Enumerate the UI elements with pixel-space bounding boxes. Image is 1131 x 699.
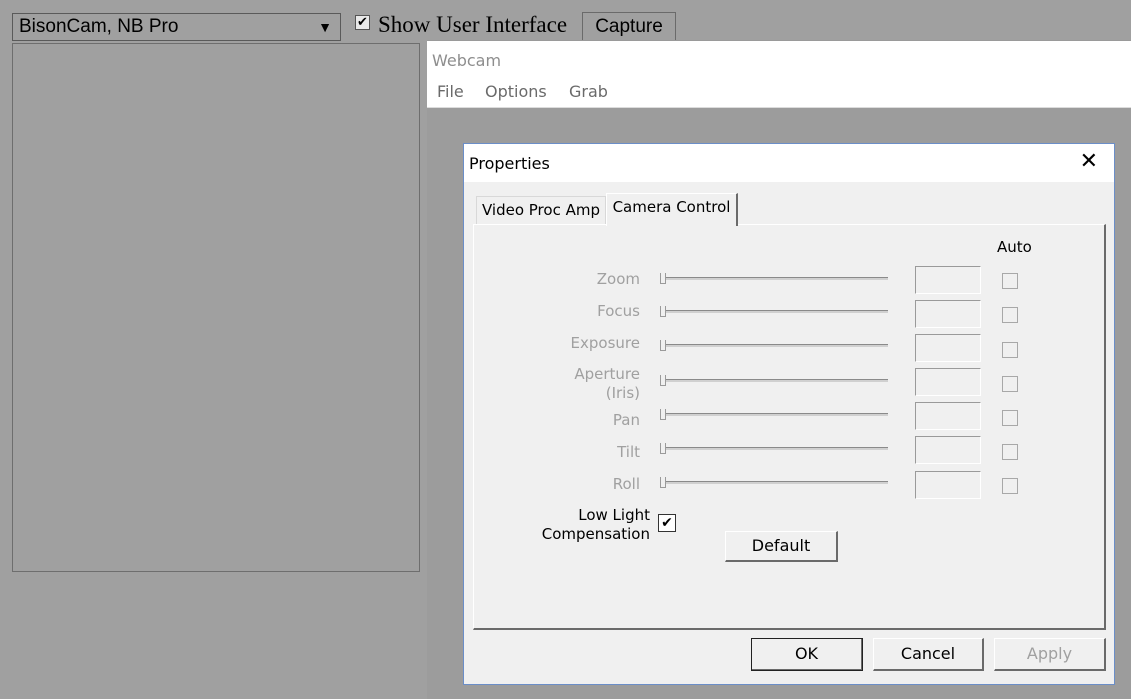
webcam-titlebar: Webcam: [427, 40, 1131, 78]
webcam-menubar: File Options Grab: [427, 77, 1131, 108]
focus-value[interactable]: [915, 300, 981, 328]
aperture-slider[interactable]: [660, 379, 888, 382]
tab-video-proc-amp[interactable]: Video Proc Amp: [476, 196, 606, 224]
zoom-value[interactable]: [915, 266, 981, 294]
menu-options[interactable]: Options: [485, 82, 547, 101]
webcam-title: Webcam: [432, 51, 502, 70]
exposure-label: Exposure: [570, 334, 640, 352]
dropdown-arrow-icon: ▼: [318, 19, 332, 35]
show-ui-checkbox[interactable]: ✔: [355, 15, 370, 30]
menu-file[interactable]: File: [437, 82, 464, 101]
close-icon[interactable]: ✕: [1080, 149, 1098, 174]
aperture-slider-thumb[interactable]: [660, 375, 666, 386]
zoom-auto-checkbox[interactable]: [1002, 273, 1018, 289]
focus-slider[interactable]: [660, 310, 888, 313]
cancel-button[interactable]: Cancel: [873, 638, 984, 671]
default-button[interactable]: Default: [725, 531, 838, 562]
dialog-titlebar: Properties ✕: [464, 144, 1114, 182]
menu-grab[interactable]: Grab: [569, 82, 608, 101]
zoom-slider-thumb[interactable]: [660, 273, 666, 284]
pan-slider-thumb[interactable]: [660, 409, 666, 420]
zoom-label: Zoom: [596, 270, 640, 288]
tilt-slider[interactable]: [660, 447, 888, 450]
roll-value[interactable]: [915, 471, 981, 499]
low-light-checkbox[interactable]: ✔: [658, 514, 676, 532]
tilt-label: Tilt: [617, 443, 640, 461]
aperture-value[interactable]: [915, 368, 981, 396]
dialog-title: Properties: [469, 154, 550, 173]
aperture-label: Aperture (Iris): [574, 365, 640, 402]
low-light-label: Low Light Compensation: [541, 506, 650, 543]
exposure-auto-checkbox[interactable]: [1002, 342, 1018, 358]
exposure-slider-thumb[interactable]: [660, 340, 666, 351]
camera-select[interactable]: BisonCam, NB Pro ▼: [12, 13, 341, 41]
exposure-slider[interactable]: [660, 344, 888, 347]
pan-value[interactable]: [915, 402, 981, 430]
ok-button[interactable]: OK: [751, 638, 863, 671]
camera-control-panel: Auto Zoom Focus Exposure Aperture (Iris)…: [473, 224, 1106, 630]
tilt-value[interactable]: [915, 436, 981, 464]
preview-pane: [12, 43, 420, 572]
roll-slider-thumb[interactable]: [660, 477, 666, 488]
roll-label: Roll: [612, 475, 640, 493]
tab-camera-control[interactable]: Camera Control: [606, 193, 738, 226]
camera-select-value: BisonCam, NB Pro: [19, 16, 179, 37]
roll-auto-checkbox[interactable]: [1002, 478, 1018, 494]
pan-auto-checkbox[interactable]: [1002, 410, 1018, 426]
zoom-slider[interactable]: [660, 277, 888, 280]
exposure-value[interactable]: [915, 334, 981, 362]
capture-button[interactable]: Capture: [582, 12, 676, 42]
roll-slider[interactable]: [660, 481, 888, 484]
aperture-auto-checkbox[interactable]: [1002, 376, 1018, 392]
focus-auto-checkbox[interactable]: [1002, 307, 1018, 323]
apply-button[interactable]: Apply: [994, 638, 1106, 671]
auto-header: Auto: [997, 238, 1032, 256]
tilt-slider-thumb[interactable]: [660, 443, 666, 454]
pan-label: Pan: [612, 411, 640, 429]
tilt-auto-checkbox[interactable]: [1002, 444, 1018, 460]
focus-label: Focus: [597, 302, 640, 320]
show-ui-label: Show User Interface: [378, 12, 568, 37]
properties-dialog: Properties ✕ Video Proc Amp Camera Contr…: [463, 143, 1115, 685]
pan-slider[interactable]: [660, 413, 888, 416]
focus-slider-thumb[interactable]: [660, 306, 666, 317]
